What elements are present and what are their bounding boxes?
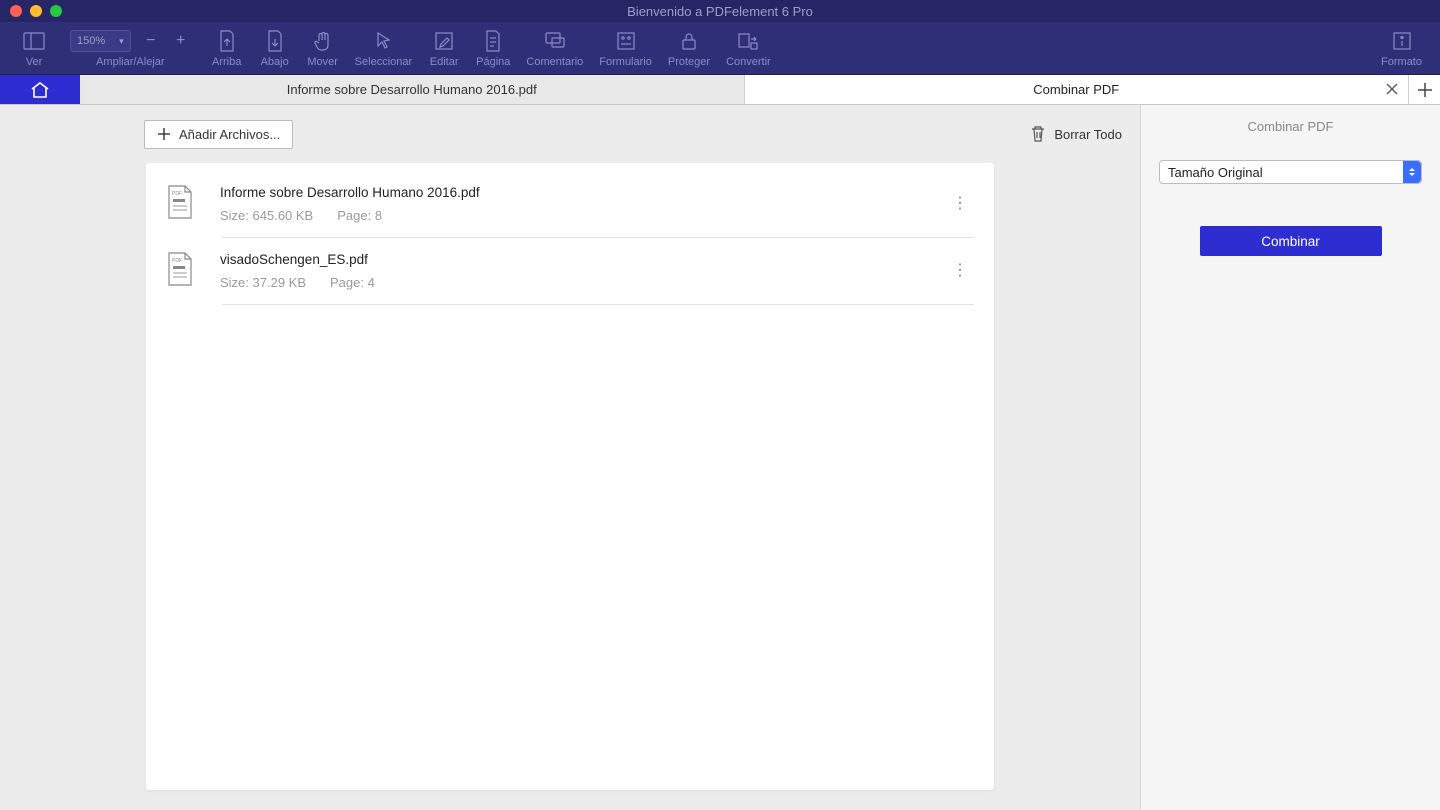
comment-icon: [544, 28, 566, 54]
window-title: Bienvenido a PDFelement 6 Pro: [0, 4, 1440, 19]
combine-button[interactable]: Combinar: [1200, 226, 1382, 256]
file-row[interactable]: PDF Informe sobre Desarrollo Humano 2016…: [146, 171, 994, 237]
file-name: Informe sobre Desarrollo Humano 2016.pdf: [220, 185, 946, 200]
combine-sidebar: Combinar PDF Tamaño Original Combinar: [1140, 105, 1440, 810]
pdf-file-icon: PDF: [166, 252, 200, 290]
comentario-tool[interactable]: Comentario: [518, 22, 591, 74]
cursor-icon: [374, 28, 392, 54]
file-info: Informe sobre Desarrollo Humano 2016.pdf…: [220, 185, 946, 223]
edit-icon: [434, 28, 454, 54]
select-stepper-icon: [1403, 161, 1421, 183]
document-tab[interactable]: Informe sobre Desarrollo Humano 2016.pdf: [80, 75, 744, 104]
tab-bar: Informe sobre Desarrollo Humano 2016.pdf…: [0, 75, 1440, 105]
file-pages: Page: 8: [337, 208, 382, 223]
combine-button-label: Combinar: [1261, 234, 1320, 249]
more-vertical-icon: ⋮: [952, 262, 968, 279]
svg-text:PDF: PDF: [172, 258, 182, 264]
home-tab[interactable]: [0, 75, 80, 104]
abajo-label: Abajo: [261, 56, 289, 68]
formulario-label: Formulario: [599, 56, 652, 68]
toolbar: Ver 150% ▾ − + Ampliar/Alejar Arriba Aba…: [0, 22, 1440, 75]
editar-label: Editar: [430, 56, 459, 68]
lock-icon: [680, 28, 698, 54]
seleccionar-tool[interactable]: Seleccionar: [347, 22, 420, 74]
editar-tool[interactable]: Editar: [420, 22, 468, 74]
file-list: PDF Informe sobre Desarrollo Humano 2016…: [146, 163, 994, 790]
proteger-tool[interactable]: Proteger: [660, 22, 718, 74]
more-vertical-icon: ⋮: [952, 195, 968, 212]
hand-icon: [313, 28, 333, 54]
mover-label: Mover: [307, 56, 338, 68]
page-size-value: Tamaño Original: [1168, 165, 1263, 180]
convertir-label: Convertir: [726, 56, 771, 68]
file-row[interactable]: PDF visadoSchengen_ES.pdf Size: 37.29 KB…: [146, 238, 994, 304]
page-icon: [484, 28, 502, 54]
zoom-in-button[interactable]: +: [167, 32, 195, 50]
pagina-label: Página: [476, 56, 510, 68]
arriba-tool[interactable]: Arriba: [203, 22, 251, 74]
zoom-label: Ampliar/Alejar: [96, 56, 164, 68]
zoom-select[interactable]: 150% ▾: [70, 30, 131, 52]
info-icon: [1392, 28, 1412, 54]
file-menu-button[interactable]: ⋮: [946, 198, 974, 210]
file-info: visadoSchengen_ES.pdf Size: 37.29 KB Pag…: [220, 252, 946, 290]
home-icon: [30, 81, 50, 99]
file-size: Size: 645.60 KB: [220, 208, 313, 223]
abajo-tool[interactable]: Abajo: [251, 22, 299, 74]
sidebar-title: Combinar PDF: [1248, 119, 1334, 134]
ver-label: Ver: [26, 56, 43, 68]
delete-all-label: Borrar Todo: [1054, 127, 1122, 142]
window-controls: [10, 5, 62, 17]
file-list-pane: Añadir Archivos... Borrar Todo PDF Infor…: [0, 105, 1140, 810]
trash-icon: [1030, 125, 1046, 143]
form-icon: [616, 28, 636, 54]
close-window-button[interactable]: [10, 5, 22, 17]
panel-icon: [23, 28, 45, 54]
page-up-icon: [218, 28, 236, 54]
zoom-out-button[interactable]: −: [137, 32, 165, 50]
ver-tool[interactable]: Ver: [10, 22, 58, 74]
delete-all-button[interactable]: Borrar Todo: [1030, 125, 1122, 143]
plus-icon: [1417, 82, 1433, 98]
file-name: visadoSchengen_ES.pdf: [220, 252, 946, 267]
file-pages: Page: 4: [330, 275, 375, 290]
arriba-label: Arriba: [212, 56, 241, 68]
comentario-label: Comentario: [526, 56, 583, 68]
action-row: Añadir Archivos... Borrar Todo: [0, 105, 1140, 163]
plus-icon: [157, 127, 171, 141]
zoom-value: 150%: [77, 35, 105, 47]
proteger-label: Proteger: [668, 56, 710, 68]
formulario-tool[interactable]: Formulario: [591, 22, 660, 74]
close-icon: [1386, 83, 1398, 95]
svg-text:PDF: PDF: [172, 191, 182, 197]
file-menu-button[interactable]: ⋮: [946, 265, 974, 277]
zoom-tool-group: 150% ▾ − + Ampliar/Alejar: [58, 22, 203, 74]
close-tab-button[interactable]: [1386, 82, 1398, 98]
seleccionar-label: Seleccionar: [355, 56, 412, 68]
titlebar: Bienvenido a PDFelement 6 Pro: [0, 0, 1440, 22]
combine-tab[interactable]: Combinar PDF: [744, 75, 1409, 104]
formato-tool[interactable]: Formato: [1373, 22, 1430, 74]
document-tab-label: Informe sobre Desarrollo Humano 2016.pdf: [287, 82, 537, 97]
chevron-down-icon: ▾: [119, 36, 124, 47]
fullscreen-window-button[interactable]: [50, 5, 62, 17]
combine-tab-label: Combinar PDF: [1033, 82, 1119, 97]
minimize-window-button[interactable]: [30, 5, 42, 17]
new-tab-button[interactable]: [1408, 75, 1440, 104]
convertir-tool[interactable]: Convertir: [718, 22, 779, 74]
convert-icon: [737, 28, 759, 54]
page-size-select[interactable]: Tamaño Original: [1159, 160, 1422, 184]
file-size: Size: 37.29 KB: [220, 275, 306, 290]
pdf-file-icon: PDF: [166, 185, 200, 223]
mover-tool[interactable]: Mover: [299, 22, 347, 74]
add-files-button[interactable]: Añadir Archivos...: [144, 120, 293, 149]
divider: [222, 304, 974, 305]
main-area: Añadir Archivos... Borrar Todo PDF Infor…: [0, 105, 1440, 810]
page-down-icon: [266, 28, 284, 54]
pagina-tool[interactable]: Página: [468, 22, 518, 74]
formato-label: Formato: [1381, 56, 1422, 68]
add-files-label: Añadir Archivos...: [179, 127, 280, 142]
